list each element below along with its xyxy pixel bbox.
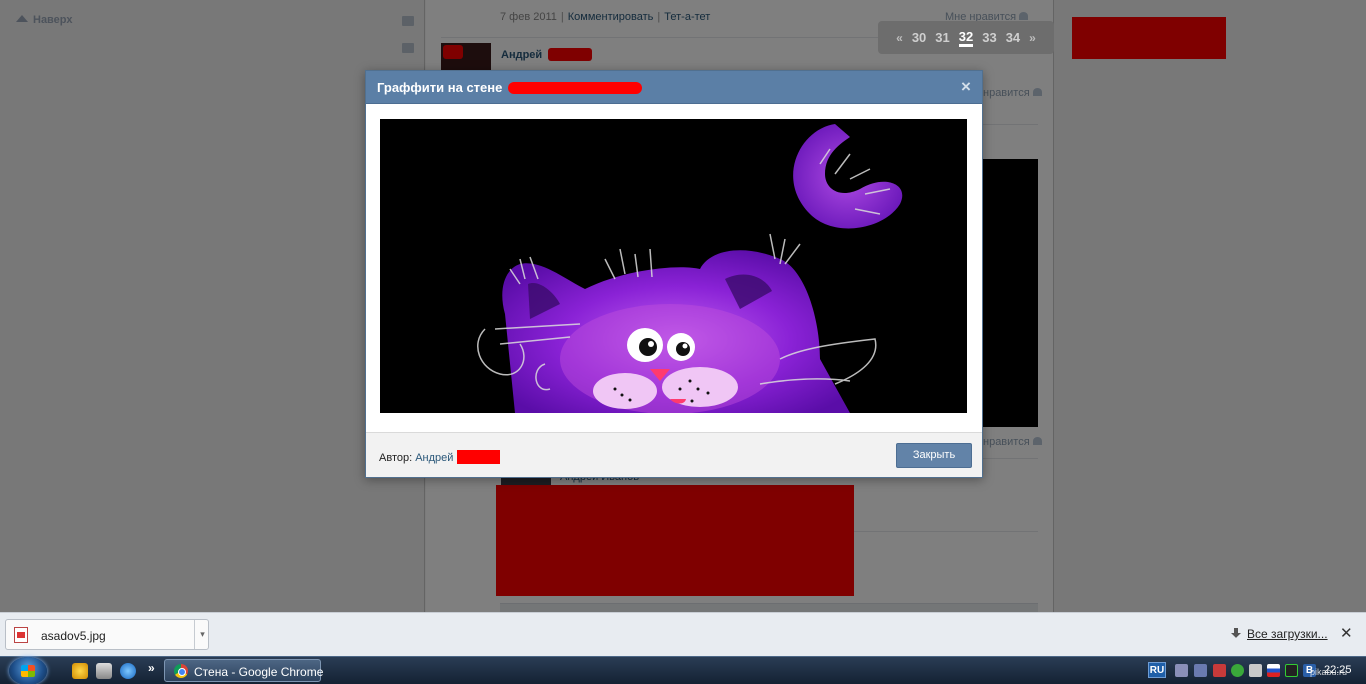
pager-page-34[interactable]: 34 (1006, 30, 1020, 45)
app-icon[interactable] (72, 663, 88, 679)
download-icon (1231, 628, 1241, 638)
windows-taskbar: » Стена - Google Chrome RU B 22:25 (0, 656, 1366, 684)
tray-app-icon[interactable] (1175, 664, 1188, 677)
author-info: Автор: Андрей (379, 450, 501, 464)
pager-page-33[interactable]: 33 (982, 30, 996, 45)
download-filename: asadov5.jpg (41, 629, 106, 643)
download-item[interactable]: asadov5.jpg ▾ (5, 619, 209, 650)
modal-title: Граффити на стене (377, 80, 503, 95)
pager-page-31[interactable]: 31 (935, 30, 949, 45)
taskbar-window-title: Стена - Google Chrome (194, 665, 324, 679)
ie-icon[interactable] (120, 663, 136, 679)
photo-pager: « 30 31 32 33 34 » (878, 21, 1054, 54)
tray-app-icon[interactable] (1231, 664, 1244, 677)
graffiti-image (380, 119, 967, 413)
close-icon[interactable]: × (958, 78, 974, 96)
pager-prev[interactable]: « (896, 31, 903, 45)
graffiti-modal: Граффити на стене × Автор: Андрей Закрыт… (365, 70, 983, 478)
tray-app-icon[interactable] (1213, 664, 1226, 677)
pager-page-32-current[interactable]: 32 (958, 29, 974, 47)
all-downloads-link[interactable]: Все загрузки... (1231, 627, 1328, 641)
close-button[interactable]: Закрыть (896, 443, 972, 468)
close-icon[interactable]: ✕ (1340, 624, 1353, 642)
graffiti-cat-drawing (380, 119, 967, 413)
redaction-mark (508, 82, 642, 94)
network-icon[interactable] (1194, 664, 1207, 677)
tray-app-icon[interactable] (1285, 664, 1298, 677)
taskbar-chrome-window[interactable]: Стена - Google Chrome (164, 659, 324, 682)
modal-header: Граффити на стене × (366, 71, 982, 104)
language-indicator[interactable]: RU (1148, 662, 1166, 678)
download-shelf: asadov5.jpg ▾ Все загрузки... ✕ (0, 612, 1366, 656)
chrome-icon (174, 664, 188, 678)
pager-next[interactable]: » (1029, 31, 1036, 45)
media-icon[interactable] (96, 663, 112, 679)
start-orb-icon[interactable] (9, 657, 47, 684)
modal-footer: Автор: Андрей Закрыть (366, 432, 982, 477)
watermark: pikabu.ru (1310, 667, 1348, 677)
file-image-icon (14, 627, 28, 643)
flag-icon[interactable] (1267, 664, 1280, 677)
volume-icon[interactable] (1249, 664, 1262, 677)
redaction-mark (457, 450, 501, 464)
chevron-down-icon[interactable]: ▾ (194, 620, 210, 649)
quicklaunch-more[interactable]: » (148, 661, 155, 675)
author-link[interactable]: Андрей (415, 452, 453, 464)
pager-page-30[interactable]: 30 (912, 30, 926, 45)
